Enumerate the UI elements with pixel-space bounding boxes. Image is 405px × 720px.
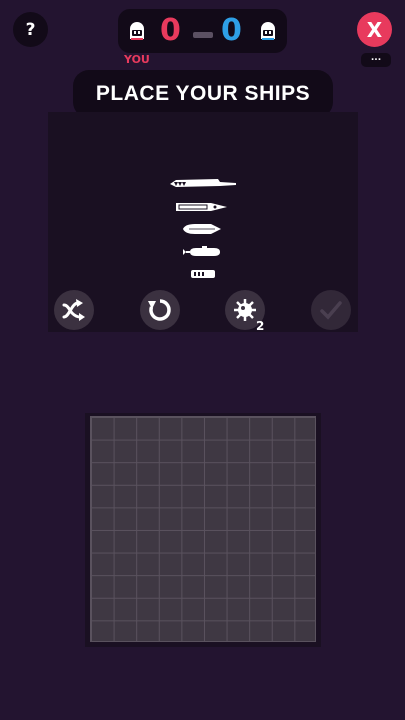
mine-icon bbox=[234, 299, 256, 321]
player-avatar-icon bbox=[130, 22, 144, 40]
page-title: PLACE YOUR SHIPS bbox=[95, 82, 311, 105]
submarine-ship[interactable] bbox=[182, 246, 222, 258]
cruiser-ship[interactable] bbox=[181, 223, 223, 235]
carrier-ship[interactable] bbox=[168, 177, 238, 189]
help-label: ? bbox=[25, 19, 36, 40]
close-label: X bbox=[366, 17, 383, 42]
player-score: 0 bbox=[160, 13, 181, 48]
close-button[interactable]: X bbox=[357, 12, 392, 47]
scoreboard: 0 0 bbox=[118, 9, 287, 53]
confirm-button[interactable] bbox=[311, 290, 351, 330]
destroyer-ship[interactable] bbox=[190, 268, 216, 280]
shuffle-icon bbox=[62, 299, 85, 321]
more-button[interactable]: ... bbox=[361, 53, 391, 67]
battleship-ship[interactable] bbox=[175, 201, 229, 213]
check-icon bbox=[320, 301, 342, 320]
score-separator bbox=[193, 32, 213, 38]
random-place-button[interactable] bbox=[54, 290, 94, 330]
mine-count-badge: 2 bbox=[256, 319, 265, 333]
you-label: YOU bbox=[124, 53, 150, 66]
board-frame bbox=[85, 413, 321, 647]
rotate-icon bbox=[148, 299, 171, 321]
help-button[interactable]: ? bbox=[13, 12, 48, 47]
placement-grid[interactable] bbox=[90, 416, 316, 642]
rotate-button[interactable] bbox=[140, 290, 180, 330]
opponent-avatar-icon bbox=[261, 22, 275, 40]
title-banner: PLACE YOUR SHIPS bbox=[73, 70, 333, 118]
opponent-score: 0 bbox=[221, 13, 242, 48]
fleet-panel: 2 bbox=[48, 112, 358, 333]
